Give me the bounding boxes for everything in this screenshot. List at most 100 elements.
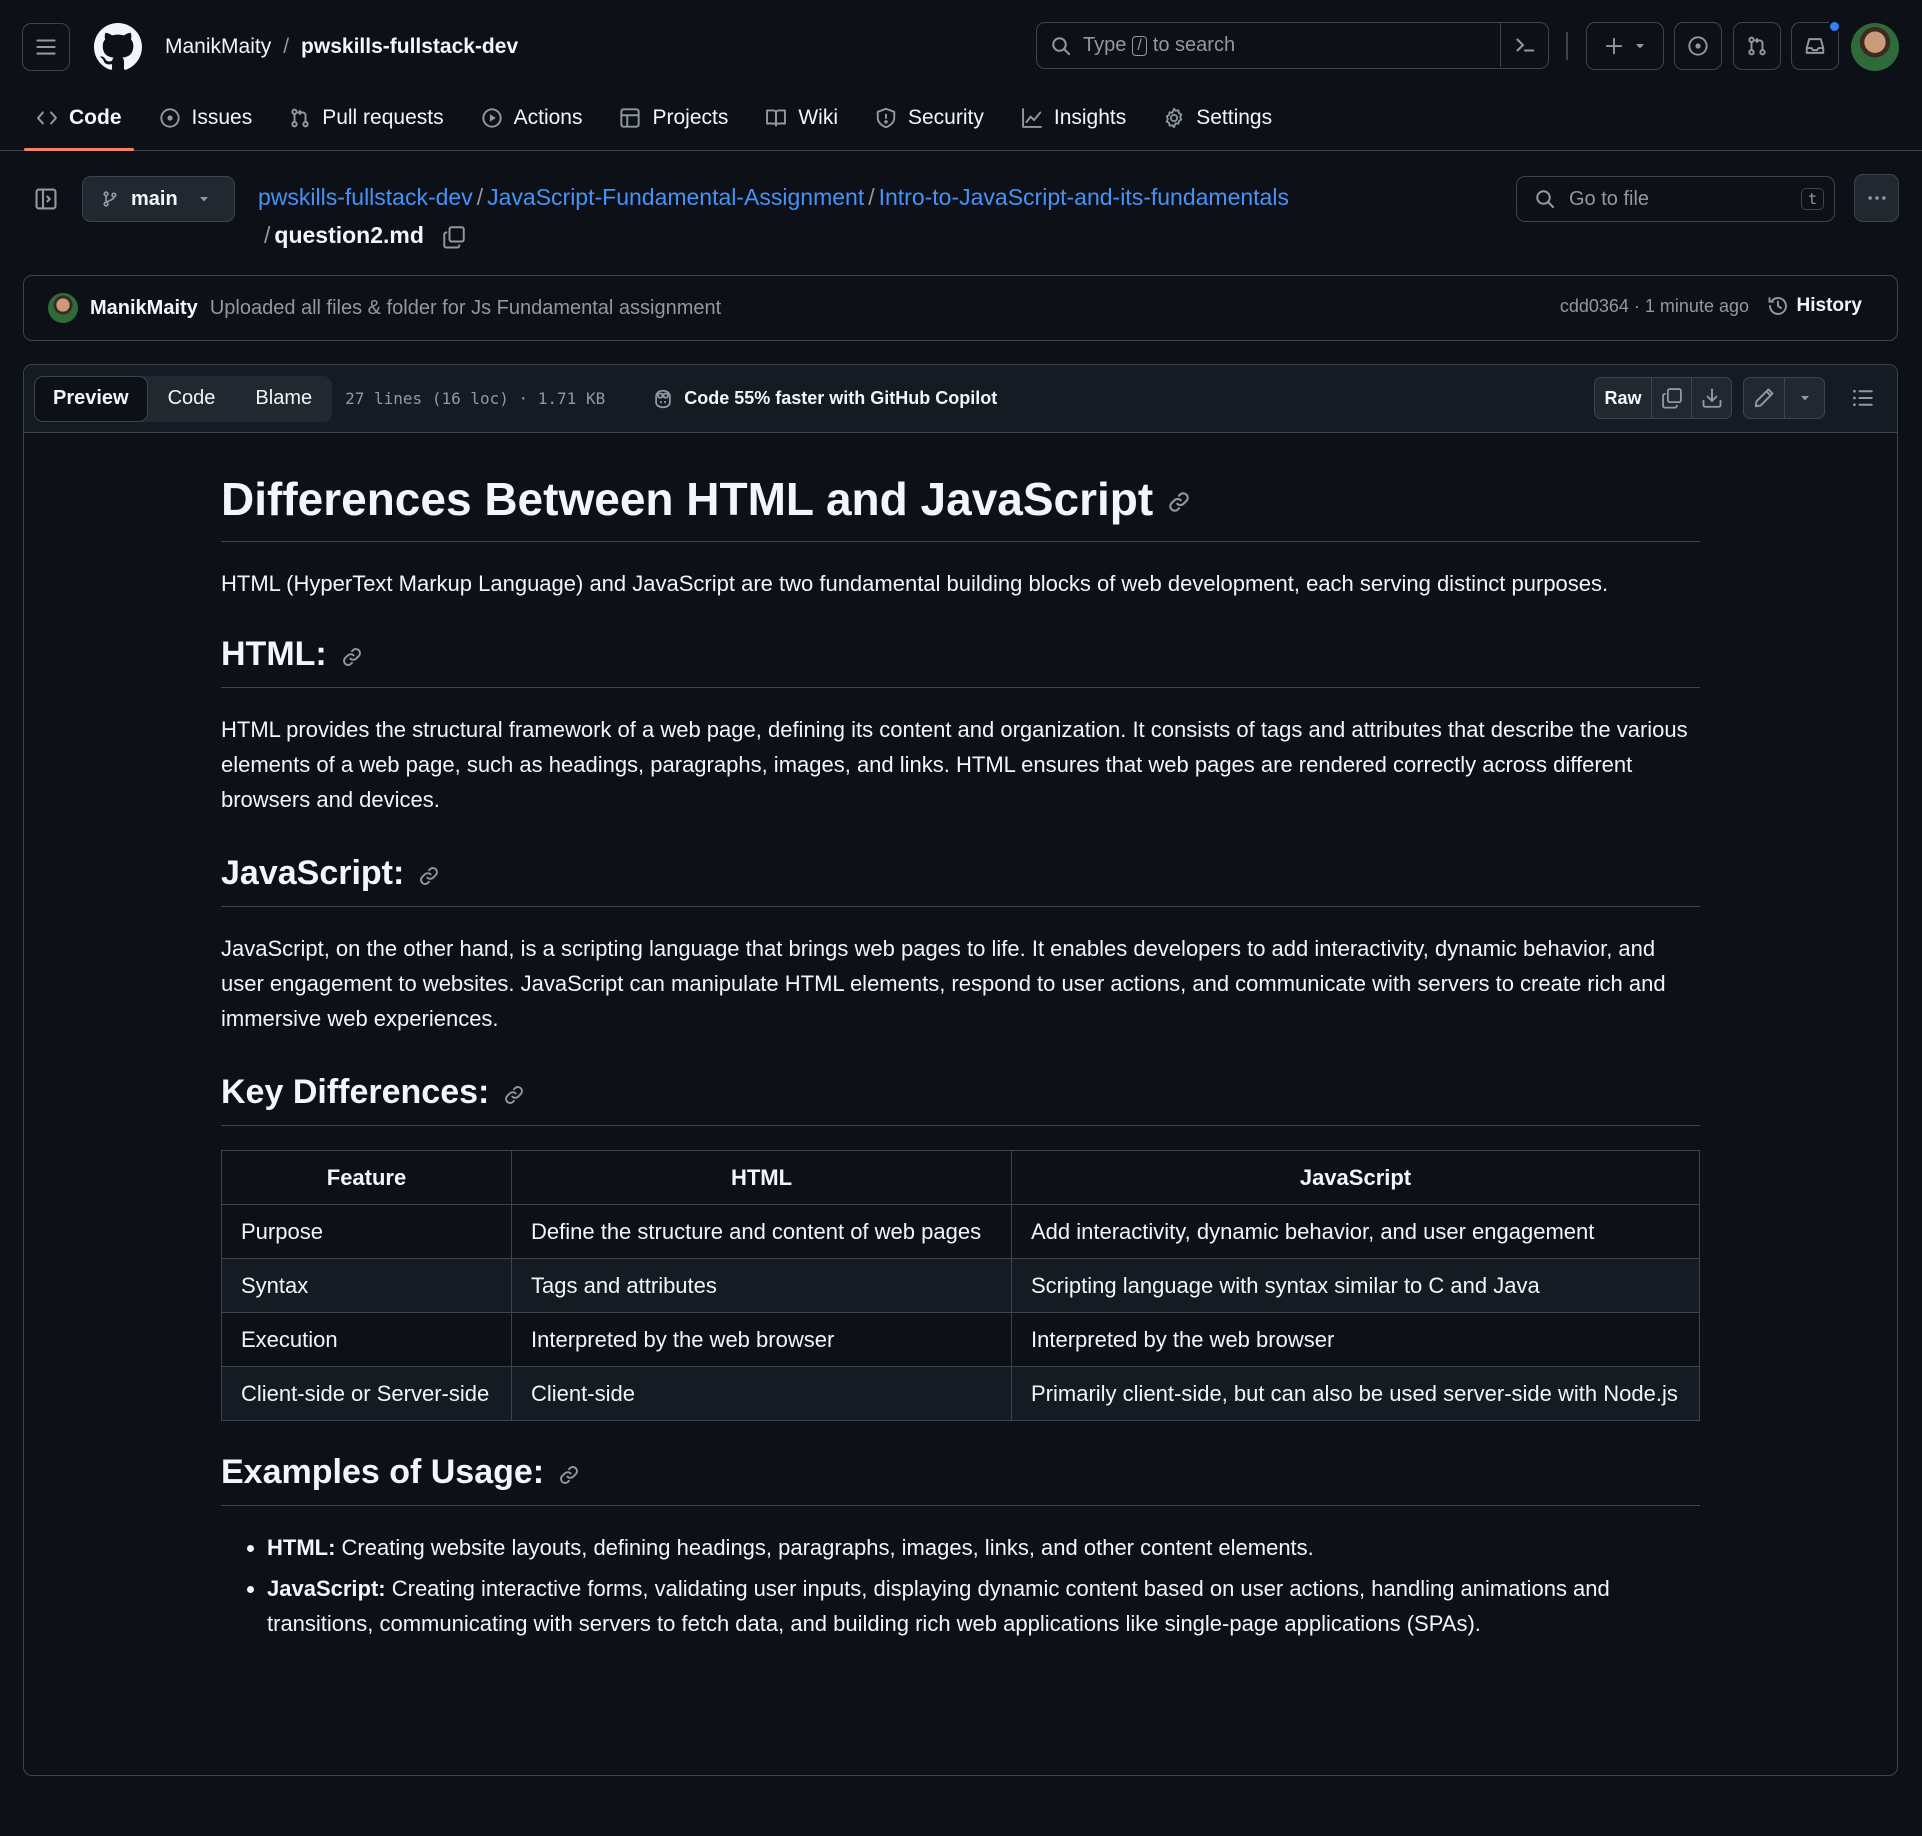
raw-button[interactable]: Raw	[1595, 378, 1651, 418]
table-cell: Syntax	[221, 1258, 512, 1313]
tab-pull-requests[interactable]: Pull requests	[277, 94, 455, 141]
list-item-term: JavaScript:	[267, 1576, 386, 1601]
tab-wiki[interactable]: Wiki	[753, 94, 850, 141]
terminal-icon	[1514, 34, 1536, 56]
breadcrumb-separator: /	[868, 184, 875, 210]
main-heading-text: Differences Between HTML and JavaScript	[221, 473, 1154, 525]
tab-issues[interactable]: Issues	[147, 94, 265, 141]
table-cell: Define the structure and content of web …	[511, 1204, 1012, 1259]
inbox-icon	[1804, 35, 1826, 57]
main-heading: Differences Between HTML and JavaScript	[221, 469, 1700, 542]
notification-dot	[1828, 20, 1841, 33]
link-icon[interactable]	[1167, 490, 1191, 514]
branch-selector[interactable]: main	[82, 176, 235, 222]
table-cell: Client-side or Server-side	[221, 1366, 512, 1421]
table-row: Execution Interpreted by the web browser…	[221, 1312, 1700, 1367]
link-icon[interactable]	[341, 646, 363, 668]
tab-label: Actions	[513, 105, 583, 129]
html-heading: HTML:	[221, 631, 1700, 688]
file-toolbar: Preview Code Blame 27 lines (16 loc) · 1…	[24, 365, 1897, 433]
commit-message[interactable]: Uploaded all files & folder for Js Funda…	[210, 297, 721, 320]
code-icon	[36, 107, 58, 129]
copy-path-icon[interactable]	[442, 225, 466, 249]
breadcrumb-folder-link[interactable]: Intro-to-JavaScript-and-its-fundamentals	[879, 184, 1289, 210]
inbox-button[interactable]	[1791, 20, 1841, 70]
outline-list-icon[interactable]	[1851, 386, 1875, 410]
more-options-button[interactable]	[1854, 174, 1899, 222]
table-cell: Purpose	[221, 1204, 512, 1259]
search-input[interactable]: Type / to search	[1036, 22, 1549, 69]
tab-label: Insights	[1053, 105, 1127, 129]
search-placeholder-suffix: to search	[1152, 34, 1236, 56]
download-icon	[1701, 387, 1723, 409]
breadcrumb-repo-link[interactable]: pwskills-fullstack-dev	[258, 184, 473, 210]
examples-list: HTML: Creating website layouts, defining…	[221, 1530, 1700, 1641]
branch-name: main	[131, 187, 178, 210]
repo-link[interactable]: pwskills-fullstack-dev	[301, 35, 518, 59]
command-palette-button[interactable]	[1500, 23, 1548, 67]
github-logo-icon[interactable]	[94, 23, 142, 71]
html-paragraph: HTML provides the structural framework o…	[221, 717, 1688, 812]
tab-insights[interactable]: Insights	[1009, 94, 1138, 141]
copy-raw-button[interactable]	[1651, 378, 1691, 418]
tab-label: Settings	[1196, 105, 1273, 129]
issues-button[interactable]	[1674, 22, 1722, 70]
link-icon[interactable]	[418, 865, 440, 887]
view-mode-toggle: Preview Code Blame	[34, 375, 333, 422]
breadcrumb-folder-link[interactable]: JavaScript-Fundamental-Assignment	[487, 184, 864, 210]
tab-code[interactable]: Code	[24, 94, 134, 151]
pull-request-icon	[1746, 35, 1768, 57]
tab-security[interactable]: Security	[863, 94, 996, 141]
commit-meta[interactable]: cdd0364 · 1 minute ago	[1560, 296, 1749, 317]
kebab-horizontal-icon	[1866, 187, 1888, 209]
user-avatar[interactable]	[1851, 23, 1899, 71]
link-icon[interactable]	[503, 1084, 525, 1106]
list-item-text: Creating website layouts, defining headi…	[335, 1535, 1314, 1560]
chevron-down-icon	[1634, 40, 1646, 52]
tab-projects[interactable]: Projects	[607, 94, 740, 141]
file-name: question2.md	[274, 222, 424, 248]
pull-requests-button[interactable]	[1733, 22, 1781, 70]
go-to-file-shortcut: t	[1800, 188, 1824, 210]
chevron-down-icon	[198, 193, 210, 205]
tab-actions[interactable]: Actions	[469, 94, 595, 141]
sidebar-toggle-icon[interactable]	[34, 187, 58, 211]
search-icon	[1051, 36, 1071, 56]
go-to-file-input[interactable]: Go to file t	[1516, 176, 1835, 222]
copilot-promo-link[interactable]: Code 55% faster with GitHub Copilot	[652, 388, 997, 410]
link-icon[interactable]	[558, 1464, 580, 1486]
tab-settings[interactable]: Settings	[1151, 94, 1284, 141]
shield-icon	[875, 107, 897, 129]
table-cell: Client-side	[511, 1366, 1012, 1421]
download-button[interactable]	[1691, 378, 1731, 418]
breadcrumb-separator: /	[264, 222, 271, 248]
commit-author[interactable]: ManikMaity	[90, 297, 198, 320]
search-placeholder-prefix: Type	[1083, 34, 1127, 56]
copy-icon	[1661, 387, 1683, 409]
book-icon	[765, 107, 787, 129]
table-cell: Scripting language with syntax similar t…	[1011, 1258, 1700, 1313]
javascript-paragraph: JavaScript, on the other hand, is a scri…	[221, 936, 1666, 1031]
list-item: JavaScript: Creating interactive forms, …	[267, 1571, 1700, 1641]
javascript-heading-text: JavaScript:	[221, 854, 405, 892]
code-tab[interactable]: Code	[148, 376, 236, 422]
blame-tab[interactable]: Blame	[235, 376, 332, 422]
history-icon	[1767, 295, 1789, 317]
list-item-text: Creating interactive forms, validating u…	[267, 1576, 1610, 1636]
tab-label: Wiki	[798, 105, 838, 129]
edit-button[interactable]	[1744, 378, 1784, 418]
create-new-button[interactable]	[1586, 22, 1664, 70]
markdown-body: Differences Between HTML and JavaScript …	[221, 469, 1700, 1647]
preview-tab[interactable]: Preview	[34, 375, 148, 422]
edit-options-button[interactable]	[1784, 378, 1824, 418]
menu-button[interactable]	[22, 23, 70, 71]
history-button[interactable]: History	[1767, 295, 1862, 317]
tab-label: Security	[908, 105, 984, 129]
copilot-icon	[652, 388, 674, 410]
author-avatar[interactable]	[48, 293, 78, 323]
search-icon	[1535, 189, 1555, 209]
table-header-cell: Feature	[221, 1150, 512, 1205]
graph-icon	[1021, 107, 1043, 129]
owner-link[interactable]: ManikMaity	[165, 35, 271, 59]
table-cell: Add interactivity, dynamic behavior, and…	[1011, 1204, 1700, 1259]
